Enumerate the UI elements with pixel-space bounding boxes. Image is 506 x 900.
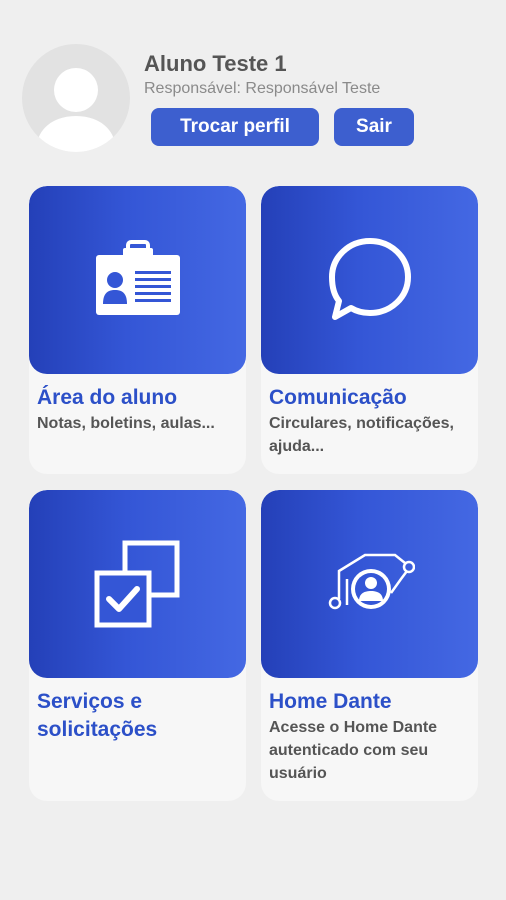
card-title: Serviços e solicitações xyxy=(37,690,158,741)
card-title: Home Dante xyxy=(269,690,392,713)
card-image xyxy=(261,490,478,678)
card-description: Circulares, notificações, ajuda... xyxy=(269,415,454,455)
card-communication[interactable]: Comunicação Circulares, notificações, aj… xyxy=(261,186,478,474)
checkbox-windows-icon xyxy=(94,540,179,628)
card-description: Notas, boletins, aulas... xyxy=(37,415,215,432)
card-home-dante[interactable]: Home Dante Acesse o Home Dante autentica… xyxy=(261,490,478,801)
switch-profile-button[interactable]: Trocar perfil xyxy=(151,108,319,146)
user-network-icon xyxy=(328,553,415,610)
chat-bubble-icon xyxy=(328,238,411,320)
profile-role: Responsável: Responsável Teste xyxy=(144,80,381,97)
card-image xyxy=(29,186,246,374)
card-services[interactable]: Serviços e solicitações xyxy=(29,490,246,801)
profile-header: Aluno Teste 1 Responsável: Responsável T… xyxy=(0,0,506,170)
card-image xyxy=(29,490,246,678)
profile-name: Aluno Teste 1 xyxy=(144,51,287,76)
card-student-area[interactable]: Área do aluno Notas, boletins, aulas... xyxy=(29,186,246,474)
exit-button[interactable]: Sair xyxy=(334,108,414,146)
card-title: Área do aluno xyxy=(37,386,178,409)
card-title: Comunicação xyxy=(269,386,407,409)
card-image xyxy=(261,186,478,374)
avatar xyxy=(22,44,130,152)
id-card-icon xyxy=(95,240,180,315)
card-description: Acesse o Home Dante autenticado com seu … xyxy=(269,719,438,782)
user-silhouette-icon xyxy=(36,68,116,152)
